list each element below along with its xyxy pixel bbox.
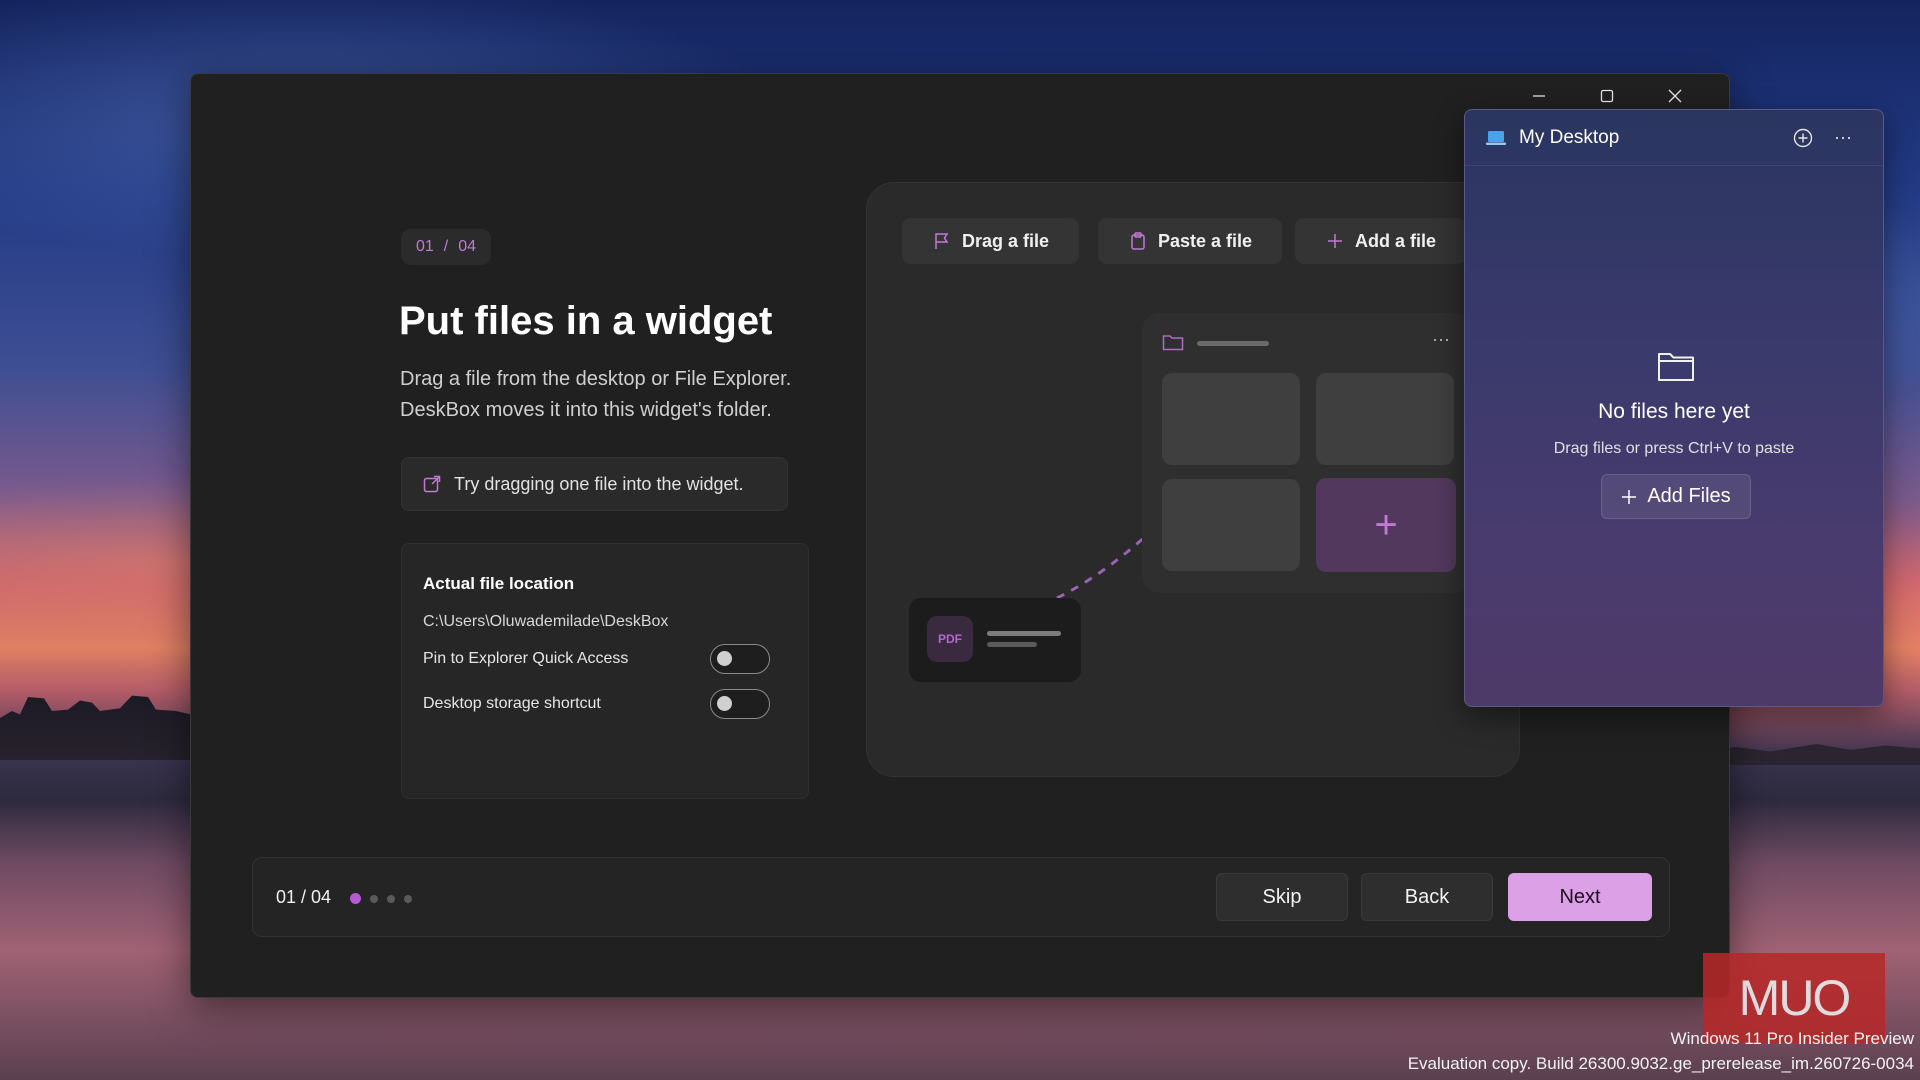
- file-location-path: C:\Users\Oluwademilade\DeskBox: [423, 613, 669, 630]
- description-line: Drag a file from the desktop or File Exp…: [400, 368, 792, 390]
- file-location-card: Actual file location C:\Users\Oluwademil…: [401, 543, 809, 799]
- skip-button[interactable]: Skip: [1216, 873, 1348, 921]
- eval-line: Windows 11 Pro Insider Preview: [1670, 1029, 1914, 1048]
- mini-tile: [1162, 373, 1300, 465]
- page-description: Drag a file from the desktop or File Exp…: [400, 364, 840, 426]
- my-desktop-widget: My Desktop ··· No files here yet Drag fi…: [1464, 109, 1884, 707]
- more-icon: ···: [1834, 127, 1852, 147]
- page-title: Put files in a widget: [399, 299, 773, 343]
- eval-line: Evaluation copy. Build 26300.9032.ge_pre…: [1407, 1054, 1914, 1073]
- dragged-pdf-file: PDF: [909, 598, 1081, 682]
- close-icon: [1668, 89, 1682, 103]
- add-circle-icon: [1793, 128, 1813, 147]
- file-location-title: Actual file location: [423, 574, 575, 593]
- mini-tile: [1316, 373, 1454, 465]
- step-current: 01: [416, 238, 434, 255]
- step-separator: /: [443, 238, 449, 255]
- add-files-button[interactable]: Add Files: [1601, 474, 1751, 519]
- desktop-shortcut-label: Desktop storage shortcut: [423, 695, 601, 712]
- maximize-icon: [1600, 89, 1614, 103]
- widget-add-button[interactable]: [1783, 118, 1823, 158]
- step-indicator: 01 / 04: [401, 229, 492, 265]
- back-button[interactable]: Back: [1361, 873, 1493, 921]
- widget-header: My Desktop ···: [1465, 110, 1883, 166]
- plus-icon: +: [1374, 502, 1398, 547]
- pin-quick-access-row: Pin to Explorer Quick Access: [423, 634, 770, 684]
- progress-dot: [370, 894, 378, 903]
- desktop-shortcut-row: Desktop storage shortcut: [423, 679, 770, 729]
- progress-dot: [404, 894, 412, 903]
- mini-drop-target: +: [1316, 478, 1456, 572]
- folder-icon: [1658, 353, 1694, 381]
- desktop-shortcut-toggle[interactable]: [710, 689, 770, 719]
- hint-box: Try dragging one file into the widget.: [401, 457, 788, 511]
- empty-state-title: No files here yet: [1598, 400, 1750, 423]
- progress-dot: [387, 894, 395, 903]
- widget-title: My Desktop: [1519, 126, 1620, 148]
- plus-icon: [1622, 489, 1637, 504]
- add-files-label: Add Files: [1647, 485, 1731, 507]
- pin-quick-access-toggle[interactable]: [710, 644, 770, 674]
- pdf-name-line: [987, 631, 1061, 636]
- windows-evaluation-text: Windows 11 Pro Insider Preview Evaluatio…: [1408, 1026, 1914, 1076]
- laptop-icon: [1486, 130, 1506, 145]
- mini-tile: [1162, 479, 1300, 571]
- description-line: DeskBox moves it into this widget's fold…: [400, 399, 772, 421]
- next-button[interactable]: Next: [1508, 873, 1652, 921]
- progress-dots: [350, 893, 412, 904]
- pdf-badge: PDF: [927, 616, 973, 662]
- step-total: 04: [458, 238, 477, 255]
- open-external-icon: [423, 475, 441, 493]
- progress-dot-active: [350, 893, 361, 904]
- more-icon: ···: [1432, 329, 1450, 349]
- onboarding-footer: 01 / 04 Skip Back Next: [252, 857, 1670, 937]
- mini-widget-title-bar: [1197, 341, 1269, 346]
- empty-state-subtitle: Drag files or press Ctrl+V to paste: [1553, 440, 1795, 457]
- folder-icon: [1162, 335, 1184, 351]
- mini-widget-preview: ··· +: [1142, 313, 1472, 593]
- progress-text: 01 / 04: [276, 887, 332, 907]
- hint-text: Try dragging one file into the widget.: [454, 473, 744, 494]
- minimize-icon: [1533, 95, 1545, 97]
- pdf-meta-line: [987, 642, 1037, 647]
- pin-quick-access-label: Pin to Explorer Quick Access: [423, 650, 629, 667]
- illustration-panel: Drag a file Paste a file Add a file ··· …: [866, 182, 1520, 777]
- widget-more-button[interactable]: ···: [1823, 118, 1863, 158]
